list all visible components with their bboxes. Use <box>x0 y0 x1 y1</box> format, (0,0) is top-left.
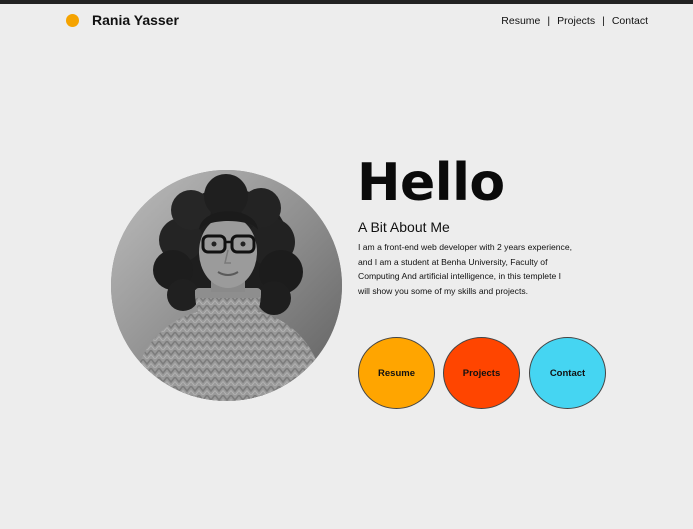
about-paragraph: I am a front-end web developer with 2 ye… <box>358 242 573 297</box>
nav-separator: | <box>602 15 605 27</box>
resume-button[interactable]: Resume <box>358 337 435 409</box>
profile-photo <box>111 170 342 401</box>
nav-link-contact[interactable]: Contact <box>612 15 648 27</box>
portrait-illustration <box>111 170 342 401</box>
projects-button[interactable]: Projects <box>443 337 520 409</box>
nav-link-projects[interactable]: Projects <box>557 15 595 27</box>
about-heading: A Bit About Me <box>358 219 450 235</box>
top-nav: Resume | Projects | Contact <box>501 15 648 27</box>
nav-link-resume[interactable]: Resume <box>501 15 540 27</box>
top-border <box>0 0 693 4</box>
logo-dot-icon <box>66 14 79 27</box>
contact-button[interactable]: Contact <box>529 337 606 409</box>
nav-separator: | <box>547 15 551 27</box>
brand-name[interactable]: Rania Yasser <box>92 12 179 28</box>
hero-greeting: Hello <box>357 153 505 213</box>
